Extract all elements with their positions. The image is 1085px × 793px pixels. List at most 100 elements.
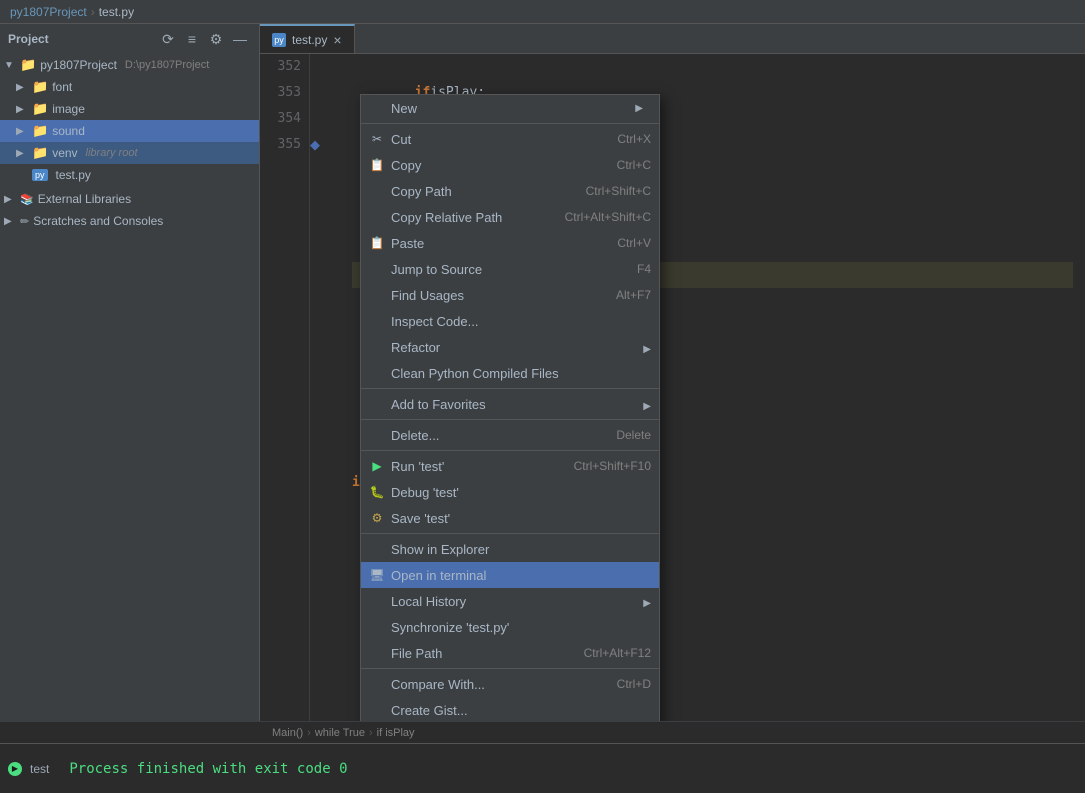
menu-item-cut[interactable]: ✂ Cut Ctrl+X xyxy=(361,126,659,152)
menu-item-compare[interactable]: Compare With... Ctrl+D xyxy=(361,671,659,697)
menu-item-synchronize[interactable]: Synchronize 'test.py' xyxy=(361,614,659,640)
menu-gist-label: Create Gist... xyxy=(391,703,651,718)
separator-3 xyxy=(361,419,659,420)
paste-icon: 📋 xyxy=(369,236,385,250)
menu-filepath-shortcut: Ctrl+Alt+F12 xyxy=(584,646,651,660)
external-icon: 📚 xyxy=(20,193,34,206)
menu-item-run[interactable]: ▶ Run 'test' Ctrl+Shift+F10 xyxy=(361,453,659,479)
breadcrumb-file[interactable]: test.py xyxy=(99,5,134,19)
menu-filepath-label: File Path xyxy=(391,646,578,661)
menu-item-local-history[interactable]: Local History xyxy=(361,588,659,614)
separator-1 xyxy=(361,123,659,124)
menu-clean-label: Clean Python Compiled Files xyxy=(391,366,651,381)
project-settings-btn[interactable]: ⚙ xyxy=(205,28,227,50)
menu-find-label: Find Usages xyxy=(391,288,610,303)
project-close-btn[interactable]: — xyxy=(229,28,251,50)
menu-item-debug[interactable]: 🐛 Debug 'test' xyxy=(361,479,659,505)
menu-copy-path-shortcut: Ctrl+Shift+C xyxy=(586,184,651,198)
menu-compare-label: Compare With... xyxy=(391,677,611,692)
gutter: ◆ xyxy=(310,54,340,721)
menu-new-label: New xyxy=(391,101,621,116)
breadcrumb-project[interactable]: py1807Project xyxy=(10,5,87,19)
menu-cut-shortcut: Ctrl+X xyxy=(617,132,651,146)
menu-item-delete[interactable]: Delete... Delete xyxy=(361,422,659,448)
menu-item-add-favorites[interactable]: Add to Favorites xyxy=(361,391,659,417)
menu-item-clean-python[interactable]: Clean Python Compiled Files xyxy=(361,360,659,386)
editor-area: 352 353 354 355 xyxy=(260,54,1085,721)
run-icon: ▶ xyxy=(369,459,385,473)
tab-testpy[interactable]: py test.py × xyxy=(260,24,355,53)
project-toolbar-label: Project xyxy=(8,32,49,46)
context-menu: New ✂ Cut Ctrl+X 📋 Copy Ctrl+C Copy Path… xyxy=(360,94,660,721)
menu-paste-shortcut: Ctrl+V xyxy=(617,236,651,250)
tab-close-icon[interactable]: × xyxy=(333,32,341,48)
tree-item-testpy[interactable]: ▶ py test.py xyxy=(0,164,259,186)
tab-testpy-icon: py xyxy=(272,33,286,47)
project-path: D:\py1807Project xyxy=(125,59,209,71)
menu-item-copy-path[interactable]: Copy Path Ctrl+Shift+C xyxy=(361,178,659,204)
menu-item-save[interactable]: ⚙ Save 'test' xyxy=(361,505,659,531)
refactor-submenu-arrow xyxy=(643,340,651,355)
project-sync-btn[interactable]: ⟳ xyxy=(157,28,179,50)
menu-save-label: Save 'test' xyxy=(391,511,651,526)
nav-while[interactable]: while True xyxy=(315,727,365,739)
separator-6 xyxy=(361,668,659,669)
menu-find-shortcut: Alt+F7 xyxy=(616,288,651,302)
tree-label-image: image xyxy=(52,102,85,116)
menu-item-file-path[interactable]: File Path Ctrl+Alt+F12 xyxy=(361,640,659,666)
folder-icon-py1807: 📁 xyxy=(20,57,36,73)
save-icon: ⚙ xyxy=(369,511,385,525)
tree-item-py1807project[interactable]: ▼ 📁 py1807Project D:\py1807Project xyxy=(0,54,259,76)
tree-item-font[interactable]: ▶ 📁 font xyxy=(0,76,259,98)
tree-item-scratches[interactable]: ▶ ✏ Scratches and Consoles xyxy=(0,210,259,232)
menu-delete-label: Delete... xyxy=(391,428,610,443)
expand-arrow-external: ▶ xyxy=(4,194,16,205)
menu-item-jump-to-source[interactable]: Jump to Source F4 xyxy=(361,256,659,282)
project-collapse-btn[interactable]: ≡ xyxy=(181,28,203,50)
folder-icon-image: 📁 xyxy=(32,101,48,117)
menu-terminal-label: Open in terminal xyxy=(391,568,651,583)
menu-history-label: Local History xyxy=(391,594,637,609)
menu-item-refactor[interactable]: Refactor xyxy=(361,334,659,360)
output-panel: test Process finished with exit code 0 xyxy=(0,743,1085,793)
menu-item-open-terminal[interactable]: 🖥 Open in terminal xyxy=(361,562,659,588)
folder-icon-font: 📁 xyxy=(32,79,48,95)
new-submenu-arrow xyxy=(627,95,651,121)
menu-copy-path-label: Copy Path xyxy=(391,184,580,199)
menu-inspect-label: Inspect Code... xyxy=(391,314,651,329)
expand-arrow-image: ▶ xyxy=(16,104,28,115)
menu-item-find-usages[interactable]: Find Usages Alt+F7 xyxy=(361,282,659,308)
tree-item-sound[interactable]: ▶ 📁 sound xyxy=(0,120,259,142)
tree-item-image[interactable]: ▶ 📁 image xyxy=(0,98,259,120)
nav-main[interactable]: Main() xyxy=(272,727,303,739)
folder-icon-venv: 📁 xyxy=(32,145,48,161)
tab-testpy-label: test.py xyxy=(292,33,327,47)
sidebar: ▼ 📁 py1807Project D:\py1807Project ▶ 📁 f… xyxy=(0,54,260,721)
menu-item-copy-relative[interactable]: Copy Relative Path Ctrl+Alt+Shift+C xyxy=(361,204,659,230)
tree-label-testpy: test.py xyxy=(56,168,91,182)
menu-delete-shortcut: Delete xyxy=(616,428,651,442)
menu-item-copy[interactable]: 📋 Copy Ctrl+C xyxy=(361,152,659,178)
tree-item-venv[interactable]: ▶ 📁 venv library root xyxy=(0,142,259,164)
tree-item-external[interactable]: ▶ 📚 External Libraries xyxy=(0,188,259,210)
nav-if-isplay[interactable]: if isPlay xyxy=(377,727,415,739)
menu-item-show-explorer[interactable]: Show in Explorer xyxy=(361,536,659,562)
menu-run-shortcut: Ctrl+Shift+F10 xyxy=(574,459,651,473)
expand-arrow-py1807: ▼ xyxy=(4,60,16,71)
menu-explorer-label: Show in Explorer xyxy=(391,542,651,557)
menu-copy-relative-label: Copy Relative Path xyxy=(391,210,559,225)
editor-nav: Main() › while True › if isPlay xyxy=(0,721,1085,743)
menu-item-new[interactable]: New xyxy=(361,95,659,121)
breadcrumb-bar: py1807Project › test.py xyxy=(0,0,1085,24)
history-submenu-arrow xyxy=(643,594,651,609)
menu-paste-label: Paste xyxy=(391,236,611,251)
expand-arrow-scratches: ▶ xyxy=(4,216,16,227)
menu-item-inspect[interactable]: Inspect Code... xyxy=(361,308,659,334)
menu-item-paste[interactable]: 📋 Paste Ctrl+V xyxy=(361,230,659,256)
menu-item-create-gist[interactable]: Create Gist... xyxy=(361,697,659,721)
copy-icon: 📋 xyxy=(369,158,385,172)
tab-bar: Project ⟳ ≡ ⚙ — py test.py × xyxy=(0,24,1085,54)
cut-icon: ✂ xyxy=(369,132,385,146)
output-text: Process finished with exit code 0 xyxy=(57,761,359,777)
tree-label-scratches: Scratches and Consoles xyxy=(33,214,163,228)
